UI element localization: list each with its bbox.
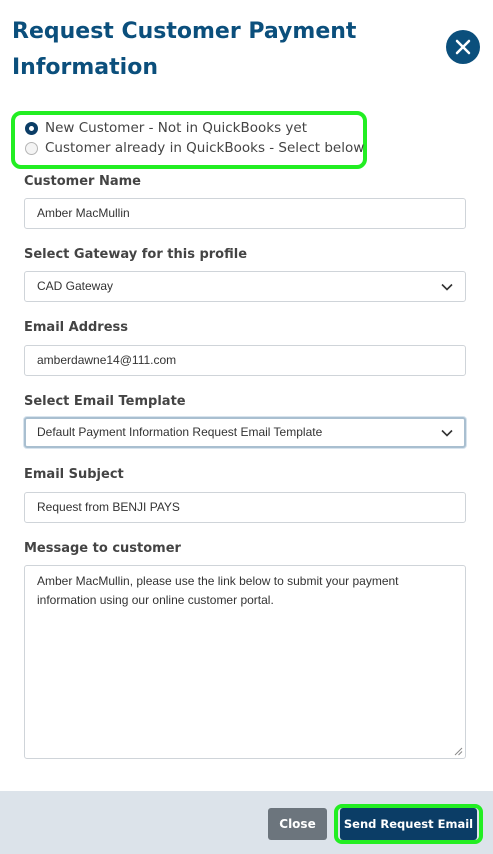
radio-existing-customer[interactable]: Customer already in QuickBooks - Select … — [25, 138, 364, 158]
gateway-select[interactable]: CAD Gateway — [24, 271, 466, 302]
email-label: Email Address — [24, 320, 129, 335]
gateway-label: Select Gateway for this profile — [24, 247, 248, 262]
dialog-footer: Close Send Request Email — [0, 791, 493, 854]
email-value: amberdawne14@111.com — [37, 353, 177, 367]
message-value: Amber MacMullin, please use the link bel… — [37, 574, 399, 607]
template-label: Select Email Template — [24, 394, 186, 409]
dialog-title: Request Customer Payment Information — [12, 19, 357, 80]
close-button[interactable]: Close — [268, 808, 327, 840]
send-request-email-button[interactable]: Send Request Email — [340, 808, 477, 840]
message-label: Message to customer — [24, 541, 181, 556]
template-select[interactable]: Default Payment Information Request Emai… — [24, 417, 466, 448]
radio-unchecked-icon[interactable] — [25, 141, 38, 155]
resize-handle-icon[interactable] — [454, 747, 463, 756]
customer-name-input[interactable]: Amber MacMullin — [24, 198, 466, 229]
chevron-down-icon — [441, 283, 453, 291]
close-icon — [455, 39, 471, 55]
radio-existing-customer-label: Customer already in QuickBooks - Select … — [45, 140, 365, 156]
radio-new-customer-label: New Customer - Not in QuickBooks yet — [45, 120, 307, 136]
radio-checked-icon[interactable] — [25, 121, 38, 135]
subject-label: Email Subject — [24, 467, 124, 482]
customer-name-label: Customer Name — [24, 174, 141, 189]
customer-name-value: Amber MacMullin — [37, 206, 130, 220]
close-dialog-button[interactable] — [446, 30, 480, 64]
gateway-value: CAD Gateway — [37, 279, 114, 293]
subject-input[interactable]: Request from BENJI PAYS — [24, 492, 466, 523]
template-value: Default Payment Information Request Emai… — [37, 425, 323, 439]
subject-value: Request from BENJI PAYS — [37, 500, 180, 514]
email-input[interactable]: amberdawne14@111.com — [24, 345, 466, 376]
chevron-down-icon — [441, 429, 453, 437]
message-textarea[interactable]: Amber MacMullin, please use the link bel… — [24, 565, 466, 759]
radio-new-customer[interactable]: New Customer - Not in QuickBooks yet — [25, 118, 307, 138]
